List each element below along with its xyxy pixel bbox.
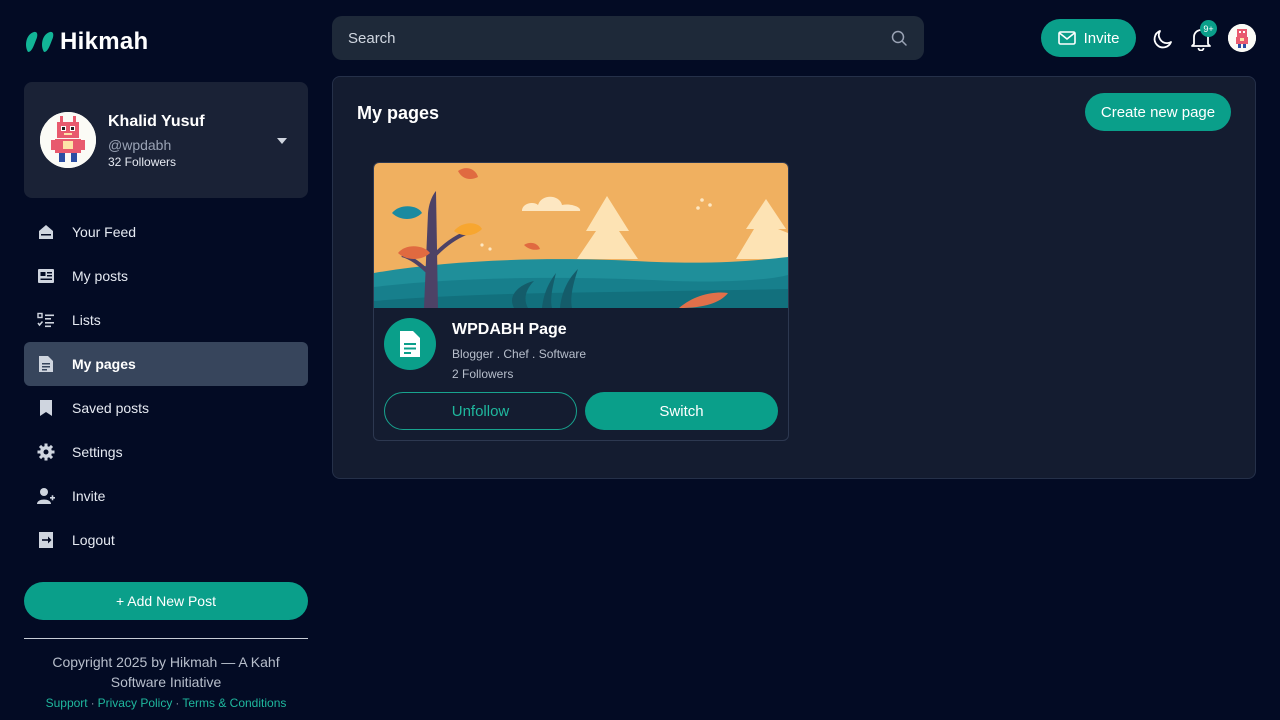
chevron-down-icon[interactable] (276, 137, 288, 145)
robot-avatar-icon (1228, 24, 1256, 52)
sidebar-item-label: Lists (72, 312, 101, 328)
profile-name: Khalid Yusuf (108, 113, 205, 130)
copyright-text: Copyright 2025 by Hikmah — A Kahf Softwa… (52, 654, 280, 690)
page-name[interactable]: WPDABH Page (452, 321, 567, 339)
create-new-page-button[interactable]: Create new page (1085, 93, 1231, 131)
page-categories: Blogger . Chef . Software (452, 347, 587, 361)
sidebar-item-label: Saved posts (72, 400, 150, 416)
page-avatar[interactable] (384, 318, 436, 370)
page-title: My pages (357, 103, 440, 123)
home-icon (39, 225, 53, 239)
search-bar (332, 16, 924, 60)
profile-followers: 32 Followers (108, 155, 177, 169)
gear-icon (37, 443, 55, 461)
my-pages-panel: My pages Create new page WPDABH Page Blo… (332, 76, 1256, 479)
profile-handle: @wpdabh (108, 137, 172, 153)
page-card: WPDABH Page Blogger . Chef . Software 2 … (373, 162, 789, 441)
checklist-icon (37, 312, 54, 328)
sidebar-item-saved-posts[interactable]: Saved posts (24, 386, 308, 430)
footer-links: Support · Privacy Policy · Terms & Condition… (45, 696, 287, 710)
mail-icon (1057, 31, 1076, 45)
sidebar-item-label: Settings (72, 444, 123, 460)
sidebar-item-label: Invite (72, 488, 106, 504)
posts-icon (38, 269, 54, 283)
sidebar-item-logout[interactable]: Logout (24, 518, 308, 562)
logo-icon (26, 31, 54, 52)
search-icon[interactable] (890, 29, 908, 47)
robot-avatar-icon (40, 112, 96, 168)
sidebar-item-my-posts[interactable]: My posts (24, 254, 308, 298)
privacy-policy-link[interactable]: Privacy Policy (98, 696, 173, 710)
sidebar-item-settings[interactable]: Settings (24, 430, 308, 474)
add-new-post-button[interactable]: + Add New Post (24, 582, 308, 620)
sidebar-divider (24, 638, 308, 639)
user-avatar[interactable] (1228, 24, 1256, 52)
sidebar-nav: Your Feed My posts Lists My pages Saved … (24, 210, 308, 562)
search-input[interactable] (348, 29, 890, 47)
notification-badge: 9+ (1200, 20, 1217, 37)
invite-label: Invite (1083, 29, 1120, 47)
sidebar-item-label: My pages (72, 356, 136, 372)
app-logo[interactable]: Hikmah (24, 28, 149, 56)
sidebar-item-lists[interactable]: Lists (24, 298, 308, 342)
page-followers: 2 Followers (452, 367, 514, 381)
add-user-icon (37, 488, 55, 504)
profile-avatar[interactable] (40, 112, 96, 168)
bookmark-icon (40, 400, 52, 416)
logout-icon (39, 532, 53, 548)
support-link[interactable]: Support (46, 696, 88, 710)
sidebar-item-label: Logout (72, 532, 115, 548)
sidebar-item-my-pages[interactable]: My pages (24, 342, 308, 386)
document-icon (400, 331, 420, 357)
unfollow-button[interactable]: Unfollow (384, 392, 577, 430)
sidebar-item-label: My posts (72, 268, 129, 284)
sidebar-item-label: Your Feed (72, 224, 137, 240)
sidebar-item-your-feed[interactable]: Your Feed (24, 210, 308, 254)
invite-button[interactable]: Invite (1041, 19, 1136, 57)
document-icon (39, 356, 53, 372)
logo-text: Hikmah (60, 28, 149, 55)
switch-button[interactable]: Switch (585, 392, 778, 430)
terms-link[interactable]: Terms & Conditions (182, 696, 286, 710)
moon-icon[interactable] (1152, 28, 1174, 50)
page-cover-image (374, 163, 788, 308)
sidebar-item-invite[interactable]: Invite (24, 474, 308, 518)
profile-card: Khalid Yusuf @wpdabh 32 Followers (24, 82, 308, 198)
